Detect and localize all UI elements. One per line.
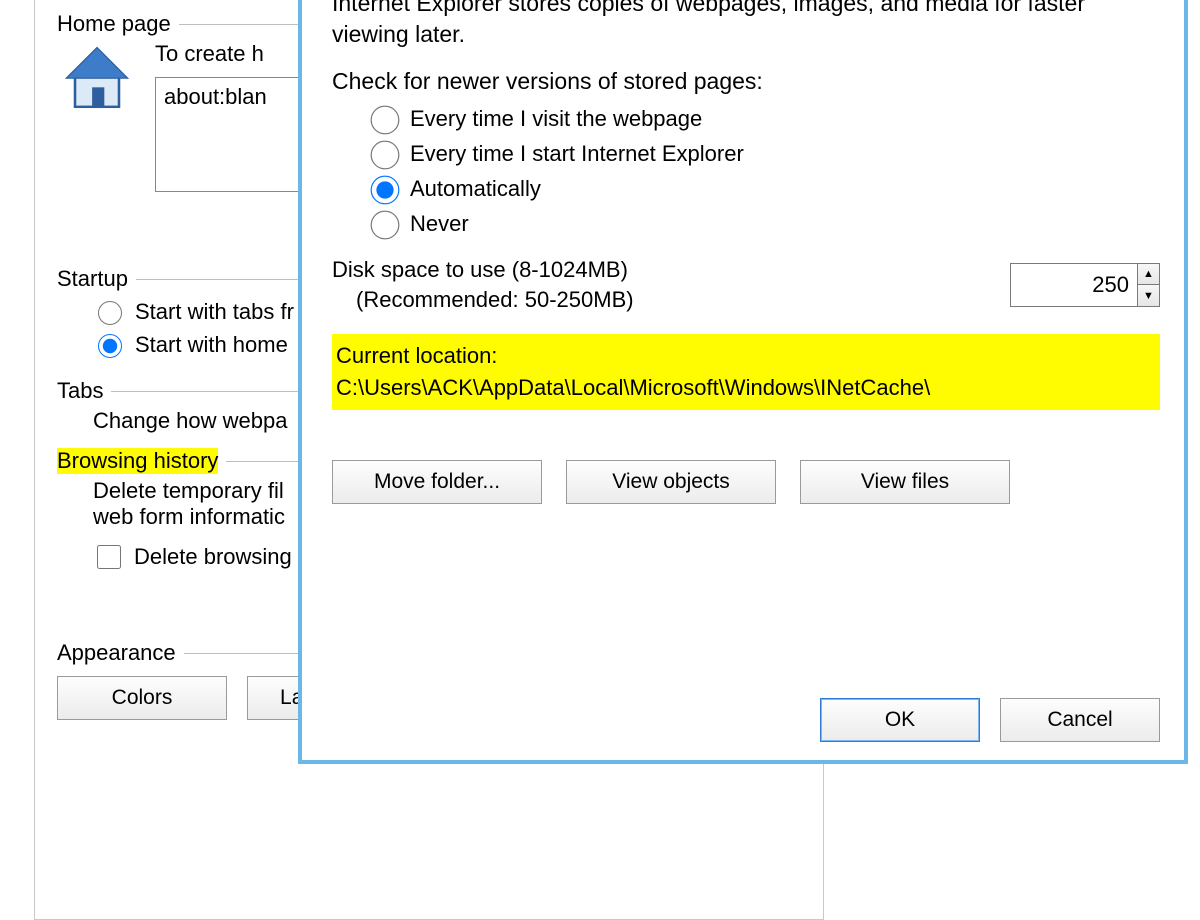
move-folder-button[interactable]: Move folder... [332, 460, 542, 504]
disk-space-recommended: (Recommended: 50-250MB) [356, 285, 634, 315]
check-never-radio[interactable]: Never [368, 210, 1160, 237]
check-visit-radio[interactable]: Every time I visit the webpage [368, 105, 1160, 132]
check-never-label: Never [410, 211, 469, 237]
website-data-settings-dialog: Internet Explorer stores copies of webpa… [298, 0, 1188, 764]
current-location-path: C:\Users\ACK\AppData\Local\Microsoft\Win… [336, 372, 1156, 404]
check-auto-label: Automatically [410, 176, 541, 202]
startup-tabs-label: Start with tabs fr [135, 299, 294, 325]
check-newer-label: Check for newer versions of stored pages… [332, 68, 1160, 95]
cache-description: Internet Explorer stores copies of webpa… [332, 0, 1160, 50]
appearance-legend: Appearance [57, 640, 176, 666]
view-files-label: View files [861, 470, 949, 494]
check-start-radio[interactable]: Every time I start Internet Explorer [368, 140, 1160, 167]
ok-button[interactable]: OK [820, 698, 980, 742]
colors-label: Colors [112, 686, 173, 710]
current-location-label: Current location: [336, 340, 1156, 372]
move-folder-label: Move folder... [374, 470, 500, 494]
home-icon [58, 41, 136, 119]
disk-space-input[interactable] [1011, 264, 1137, 306]
current-location-block: Current location: C:\Users\ACK\AppData\L… [332, 334, 1160, 410]
check-start-label: Every time I start Internet Explorer [410, 141, 744, 167]
startup-legend: Startup [57, 266, 128, 292]
homepage-url-value: about:blan [164, 84, 267, 109]
check-visit-label: Every time I visit the webpage [410, 106, 702, 132]
view-objects-label: View objects [612, 470, 730, 494]
disk-space-spinner[interactable]: ▲ ▼ [1010, 263, 1160, 307]
view-objects-button[interactable]: View objects [566, 460, 776, 504]
disk-space-label: Disk space to use (8-1024MB) [332, 255, 634, 285]
check-auto-radio[interactable]: Automatically [368, 175, 1160, 202]
cancel-label: Cancel [1047, 708, 1112, 732]
ok-label: OK [885, 708, 915, 732]
startup-home-label: Start with home [135, 332, 288, 358]
cancel-button[interactable]: Cancel [1000, 698, 1160, 742]
tabs-legend: Tabs [57, 378, 103, 404]
history-legend: Browsing history [57, 448, 218, 474]
view-files-button[interactable]: View files [800, 460, 1010, 504]
colors-button[interactable]: Colors [57, 676, 227, 720]
homepage-legend: Home page [57, 11, 171, 37]
spinner-up-icon[interactable]: ▲ [1138, 264, 1159, 286]
spinner-down-icon[interactable]: ▼ [1138, 285, 1159, 306]
delete-on-exit-label: Delete browsing [134, 544, 292, 570]
